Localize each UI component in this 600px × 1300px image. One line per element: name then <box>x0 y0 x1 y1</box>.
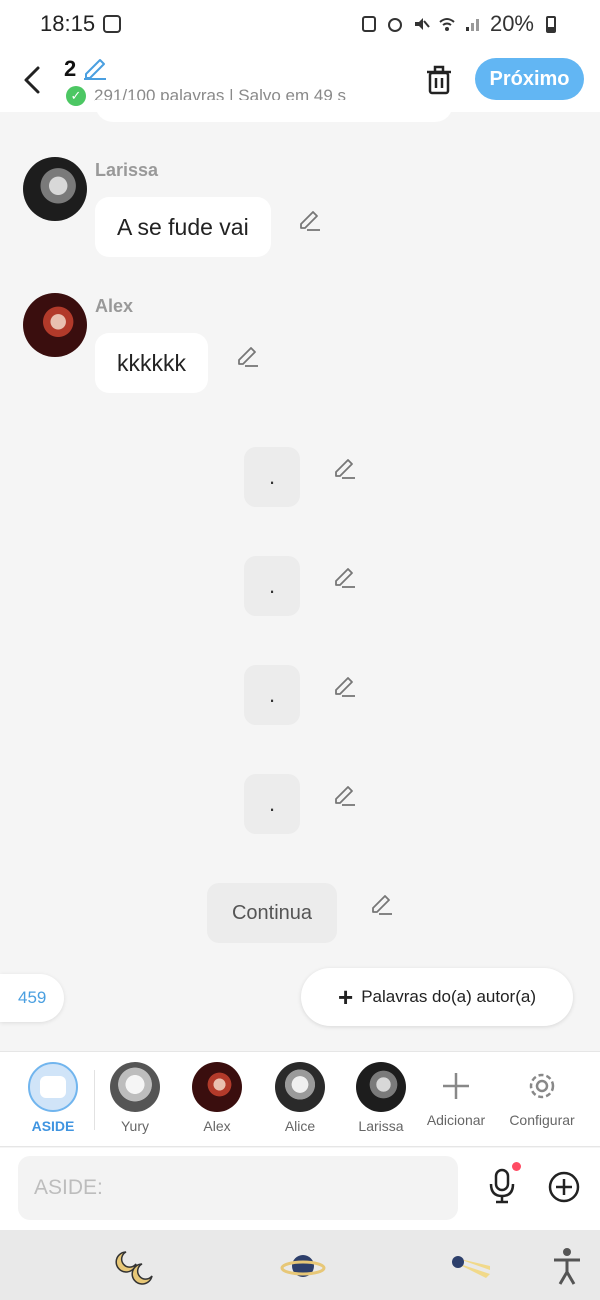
edit-pencil-icon[interactable] <box>332 455 356 479</box>
settings-button[interactable]: Configurar <box>507 1060 577 1128</box>
avatar <box>192 1062 242 1112</box>
alarm-icon <box>387 18 402 32</box>
character-alex[interactable]: Alex <box>182 1060 252 1134</box>
battery-percent: 20% <box>489 11 534 36</box>
accessibility-icon[interactable] <box>544 1244 590 1288</box>
character-label: Yury <box>120 1118 149 1134</box>
avatar <box>356 1062 406 1112</box>
back-icon[interactable] <box>18 62 48 98</box>
character-label: Alex <box>203 1118 231 1134</box>
signal-icon <box>465 19 479 31</box>
edit-pencil-icon[interactable] <box>332 673 356 697</box>
message-bubble[interactable]: A se fude vai <box>95 197 271 257</box>
narration-bubble[interactable]: Continua <box>207 883 337 943</box>
composer <box>0 1148 600 1230</box>
wifi-icon <box>439 18 455 31</box>
trash-icon[interactable] <box>424 64 454 96</box>
previous-bubble-edge <box>95 100 453 122</box>
edit-pencil-icon[interactable] <box>297 207 321 231</box>
character-aside[interactable]: ASIDE <box>18 1060 88 1134</box>
aside-label: ASIDE <box>31 1118 75 1134</box>
author-words-label: Palavras do(a) autor(a) <box>361 987 536 1006</box>
character-larissa[interactable]: Larissa <box>346 1060 416 1134</box>
mic-icon[interactable] <box>486 1168 518 1204</box>
plus-icon: + <box>338 982 354 1012</box>
narration-bubble[interactable]: . <box>244 665 300 725</box>
character-label: Alice <box>284 1118 316 1134</box>
sender-name: Alex <box>95 296 134 316</box>
add-label: Adicionar <box>426 1112 486 1128</box>
add-circle-icon[interactable] <box>547 1170 581 1204</box>
message-input[interactable] <box>18 1156 458 1220</box>
character-strip: ASIDE Yury Alex Alice Larissa Adicionar … <box>0 1051 600 1147</box>
edit-pencil-icon[interactable] <box>369 891 393 915</box>
message-counter[interactable]: 459 <box>0 974 64 1022</box>
narration-bubble[interactable]: . <box>244 447 300 507</box>
bottom-navbar <box>0 1230 600 1300</box>
strip-divider <box>94 1070 95 1130</box>
edit-pencil-icon[interactable] <box>235 343 259 367</box>
battery-saver-icon <box>361 16 376 32</box>
narration-bubble[interactable]: . <box>244 556 300 616</box>
narration-bubble[interactable]: . <box>244 774 300 834</box>
next-button[interactable]: Próximo <box>475 58 584 100</box>
avatar-alex[interactable] <box>23 293 87 357</box>
battery-icon <box>546 16 556 33</box>
character-yury[interactable]: Yury <box>100 1060 170 1134</box>
mute-icon <box>414 18 430 30</box>
status-time: 18:15 <box>40 11 96 36</box>
avatar <box>275 1062 325 1112</box>
settings-label: Configurar <box>509 1112 575 1128</box>
status-icons: 20% <box>360 11 560 37</box>
notification-dot <box>512 1162 521 1171</box>
message-bubble[interactable]: kkkkkk <box>95 333 208 393</box>
check-icon: ✓ <box>66 86 86 106</box>
planet-icon[interactable] <box>280 1244 326 1288</box>
avatar-larissa[interactable] <box>23 157 87 221</box>
moon-icon[interactable] <box>112 1244 158 1288</box>
chapter-number: 2 <box>64 56 77 81</box>
status-bar: 18:15 20% <box>0 0 600 48</box>
sender-name: Larissa <box>95 160 159 180</box>
edit-title-icon[interactable] <box>82 54 108 80</box>
aside-avatar <box>28 1062 78 1112</box>
author-words-button[interactable]: + Palavras do(a) autor(a) <box>301 968 573 1026</box>
avatar <box>110 1062 160 1112</box>
comet-icon[interactable] <box>446 1244 492 1288</box>
shopping-bag-icon <box>103 15 122 33</box>
character-alice[interactable]: Alice <box>265 1060 335 1134</box>
character-label: Larissa <box>358 1118 404 1134</box>
edit-pencil-icon[interactable] <box>332 782 356 806</box>
add-character-button[interactable]: Adicionar <box>421 1060 491 1128</box>
plus-icon <box>443 1073 469 1099</box>
gear-icon <box>529 1073 555 1099</box>
edit-pencil-icon[interactable] <box>332 564 356 588</box>
